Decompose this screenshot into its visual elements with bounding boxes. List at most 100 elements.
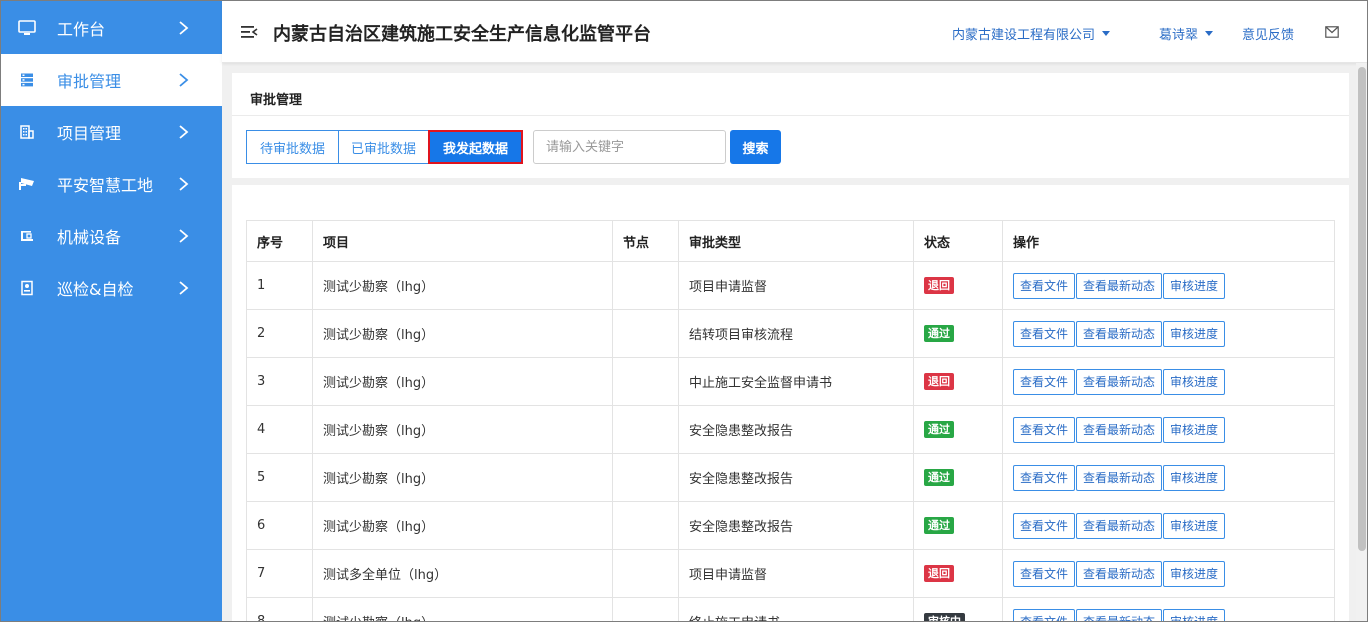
view-file-button[interactable]: 查看文件 — [1013, 512, 1076, 539]
table-row: 7 测试多全单位（lhg） 项目申请监督 退回 查看文件 查看最新动态 审核进度 — [246, 549, 1335, 598]
filter-panel: 审批管理 待审批数据 已审批数据 我发起数据 搜索 — [232, 73, 1349, 178]
cell-node — [612, 597, 679, 621]
user-name: 葛诗翠 — [1159, 28, 1199, 43]
review-progress-button[interactable]: 审核进度 — [1163, 608, 1226, 621]
sidebar-item-label: 机械设备 — [57, 228, 122, 247]
cell-type: 项目申请监督 — [678, 261, 914, 310]
cell-project: 测试少勘察（lhg） — [312, 357, 613, 406]
cell-node — [612, 261, 679, 310]
review-progress-button[interactable]: 审核进度 — [1163, 512, 1226, 539]
cell-actions: 查看文件 查看最新动态 审核进度 — [1002, 549, 1335, 598]
view-latest-button[interactable]: 查看最新动态 — [1076, 368, 1163, 395]
view-file-button[interactable]: 查看文件 — [1013, 368, 1076, 395]
sidebar-item-inspection[interactable]: 巡检&自检 — [1, 262, 222, 314]
company-name: 内蒙古建设工程有限公司 — [952, 28, 1096, 43]
camera-icon — [18, 175, 36, 193]
chevron-right-icon — [177, 227, 191, 245]
view-file-button[interactable]: 查看文件 — [1013, 416, 1076, 443]
cell-project: 测试少勘察（lhg） — [312, 261, 613, 310]
cell-type: 结转项目审核流程 — [678, 309, 914, 358]
chevron-right-icon — [177, 279, 191, 297]
sidebar-item-label: 审批管理 — [57, 72, 122, 91]
status-badge: 通过 — [924, 517, 954, 534]
sidebar-item-approval[interactable]: 审批管理 — [1, 54, 222, 106]
cell-no: 2 — [246, 309, 313, 358]
view-latest-button[interactable]: 查看最新动态 — [1076, 272, 1163, 299]
cell-no: 6 — [246, 501, 313, 550]
view-latest-button[interactable]: 查看最新动态 — [1076, 320, 1163, 347]
tab-pending[interactable]: 待审批数据 — [246, 130, 339, 164]
cell-status: 审核中 — [913, 597, 1003, 621]
cell-type: 终止施工申请书 — [678, 597, 914, 621]
server-list-icon — [18, 71, 36, 89]
sidebar-item-smart-site[interactable]: 平安智慧工地 — [1, 158, 222, 210]
column-header-no: 序号 — [246, 220, 313, 262]
cell-project: 测试少勘察（lhg） — [312, 309, 613, 358]
view-latest-button[interactable]: 查看最新动态 — [1076, 608, 1163, 621]
review-progress-button[interactable]: 审核进度 — [1163, 416, 1226, 443]
view-file-button[interactable]: 查看文件 — [1013, 320, 1076, 347]
sidebar-item-workbench[interactable]: 工作台 — [1, 2, 222, 54]
view-file-button[interactable]: 查看文件 — [1013, 272, 1076, 299]
chevron-right-icon — [177, 123, 191, 141]
view-latest-button[interactable]: 查看最新动态 — [1076, 416, 1163, 443]
table-row: 6 测试少勘察（lhg） 安全隐患整改报告 通过 查看文件 查看最新动态 审核进度 — [246, 501, 1335, 550]
tab-initiated[interactable]: 我发起数据 — [428, 130, 523, 164]
table-row: 8测试少勘察（lhg） 终止施工申请书审核中 查看文件查看最新动态审核进度 — [246, 597, 1335, 621]
caret-down-icon — [1205, 31, 1214, 36]
view-latest-button[interactable]: 查看最新动态 — [1076, 464, 1163, 491]
sidebar-item-projects[interactable]: 项目管理 — [1, 106, 222, 158]
column-header-actions: 操作 — [1002, 220, 1335, 262]
cell-node — [612, 501, 679, 550]
status-badge: 退回 — [924, 565, 954, 582]
chevron-right-icon — [177, 19, 191, 37]
review-progress-button[interactable]: 审核进度 — [1163, 368, 1226, 395]
user-dropdown[interactable]: 葛诗翠 — [1159, 24, 1214, 43]
cell-actions: 查看文件 查看最新动态 审核进度 — [1002, 357, 1335, 406]
view-latest-button[interactable]: 查看最新动态 — [1076, 512, 1163, 539]
cell-actions: 查看文件 查看最新动态 审核进度 — [1002, 405, 1335, 454]
view-file-button[interactable]: 查看文件 — [1013, 464, 1076, 491]
review-progress-button[interactable]: 审核进度 — [1163, 560, 1226, 587]
feedback-link[interactable]: 意见反馈 — [1242, 24, 1294, 43]
app-window: 工作台 审批管理 项目管理 平安智慧工地 机械设备 巡检&自检 内蒙古自治区建筑… — [0, 0, 1368, 622]
status-badge: 退回 — [924, 277, 954, 294]
clipboard-icon — [18, 279, 36, 297]
table-header-row: 序号 项目 节点 审批类型 状态 操作 — [246, 220, 1335, 262]
cell-node — [612, 453, 679, 502]
cell-actions: 查看文件 查看最新动态 审核进度 — [1002, 261, 1335, 310]
column-header-status: 状态 — [913, 220, 1003, 262]
company-dropdown[interactable]: 内蒙古建设工程有限公司 — [952, 24, 1111, 43]
mail-icon[interactable] — [1325, 26, 1339, 38]
caret-down-icon — [1102, 31, 1111, 36]
table-panel: 序号 项目 节点 审批类型 状态 操作 1 测试少勘察（lhg） 项目申请监督 退回查… — [232, 185, 1349, 621]
cell-no: 8 — [246, 597, 313, 621]
search-button[interactable]: 搜索 — [730, 130, 781, 164]
cell-project: 测试多全单位（lhg） — [312, 549, 613, 598]
cell-project: 测试少勘察（lhg） — [312, 405, 613, 454]
cell-status: 通过 — [913, 501, 1003, 550]
review-progress-button[interactable]: 审核进度 — [1163, 272, 1226, 299]
scrollbar-thumb[interactable] — [1358, 67, 1366, 551]
view-file-button[interactable]: 查看文件 — [1013, 608, 1076, 621]
sidebar-item-label: 工作台 — [57, 20, 106, 39]
tab-approved[interactable]: 已审批数据 — [338, 130, 429, 164]
search-input[interactable] — [533, 130, 726, 164]
cell-type: 项目申请监督 — [678, 549, 914, 598]
sidebar-item-machinery[interactable]: 机械设备 — [1, 210, 222, 262]
status-badge: 审核中 — [924, 613, 965, 621]
page-scrollbar[interactable] — [1356, 63, 1367, 621]
review-progress-button[interactable]: 审核进度 — [1163, 464, 1226, 491]
menu-toggle-icon[interactable] — [240, 23, 258, 41]
view-file-button[interactable]: 查看文件 — [1013, 560, 1076, 587]
cell-node — [612, 357, 679, 406]
review-progress-button[interactable]: 审核进度 — [1163, 320, 1226, 347]
cell-type: 安全隐患整改报告 — [678, 453, 914, 502]
cell-actions: 查看文件 查看最新动态 审核进度 — [1002, 453, 1335, 502]
view-latest-button[interactable]: 查看最新动态 — [1076, 560, 1163, 587]
cell-node — [612, 549, 679, 598]
status-badge: 通过 — [924, 469, 954, 486]
machine-icon — [18, 227, 36, 245]
cell-status: 通过 — [913, 405, 1003, 454]
sidebar-item-label: 平安智慧工地 — [57, 176, 154, 195]
